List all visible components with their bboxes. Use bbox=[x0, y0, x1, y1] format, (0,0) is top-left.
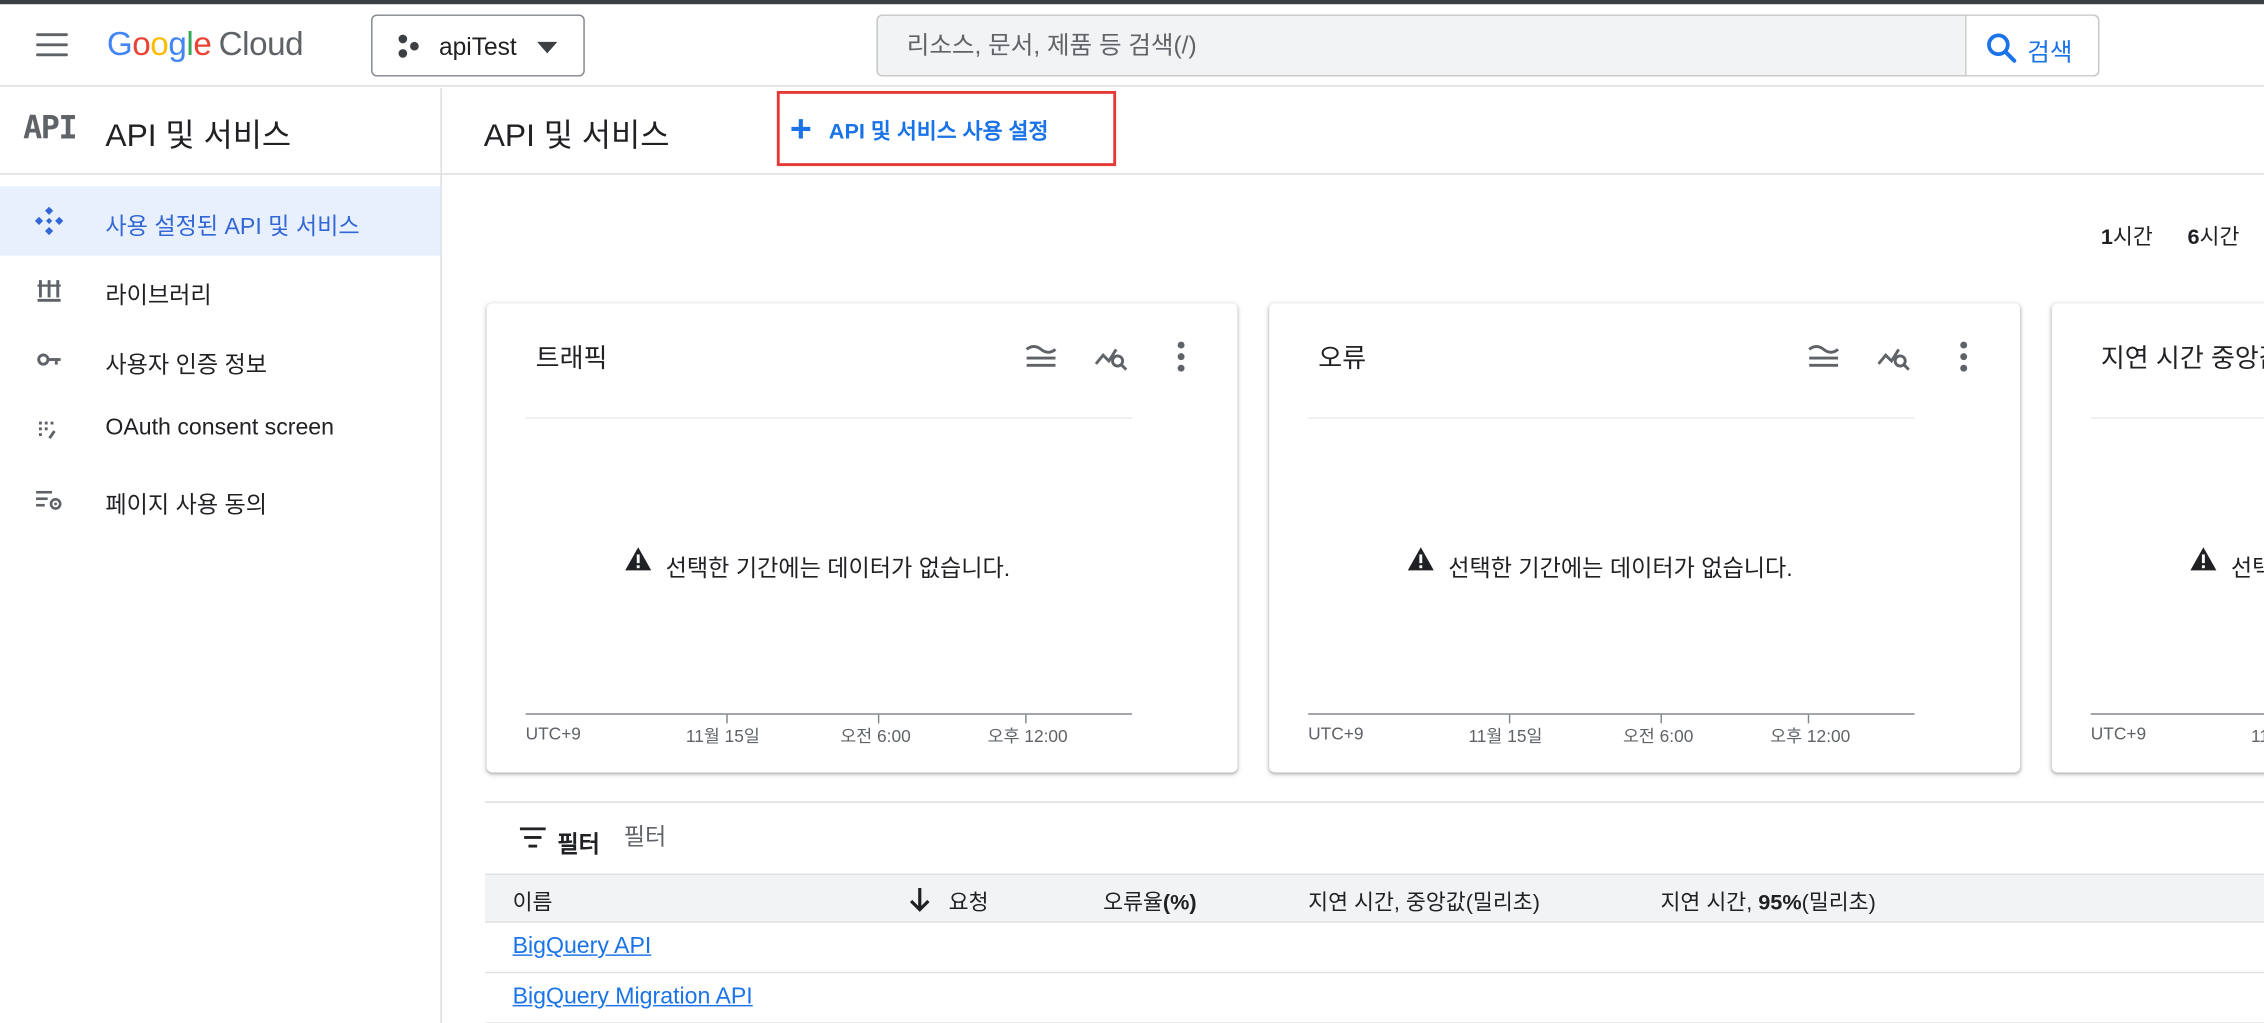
library-icon bbox=[37, 280, 61, 302]
search-icon bbox=[1987, 33, 2017, 63]
axis-tick-label: UTC+9 bbox=[1308, 723, 1364, 744]
legend-toggle-icon[interactable] bbox=[1022, 341, 1060, 373]
api-link-bigquery[interactable]: BigQuery API bbox=[513, 934, 652, 960]
filter-input[interactable] bbox=[623, 821, 1057, 857]
search-button-label: 검색 bbox=[2027, 38, 2073, 67]
sidebar-item-oauth-consent[interactable]: OAuth consent screen bbox=[0, 396, 440, 465]
api-link-bigquery-migration[interactable]: BigQuery Migration API bbox=[513, 985, 753, 1011]
card-title: 지연 시간 중앙값 bbox=[2100, 343, 2264, 373]
axis-tick-label: UTC+9 bbox=[2090, 723, 2147, 744]
google-cloud-logo[interactable]: Google Cloud bbox=[107, 25, 304, 64]
axis-tick-mark bbox=[726, 714, 728, 724]
latency-chart-card: 지연 시간 중앙값 선택한 기간에는 데이터가 없습니다. UTC+9 11월 … bbox=[2051, 303, 2264, 773]
time-range-6h[interactable]: 6시간 bbox=[2188, 221, 2240, 251]
sidebar-item-library[interactable]: 라이브러리 bbox=[0, 256, 440, 325]
warning-icon bbox=[625, 547, 652, 571]
sidebar: API API 및 서비스 사용 설정된 API 및 서비스 라이브러리 사용자… bbox=[0, 88, 442, 1023]
axis-tick-mark bbox=[1508, 714, 1511, 724]
sidebar-item-label: OAuth consent screen bbox=[105, 415, 334, 441]
project-icon bbox=[398, 34, 422, 58]
table-row: BigQuery API bbox=[485, 923, 2264, 974]
card-title: 오류 bbox=[1318, 343, 1367, 373]
errors-chart-card: 오류 선택한 기간에는 데이터가 없습니다. UTC+9 11월 15일 오전 … bbox=[1269, 303, 2021, 773]
sidebar-item-enabled-apis[interactable]: 사용 설정된 API 및 서비스 bbox=[0, 186, 441, 256]
sidebar-item-label: 사용 설정된 API 및 서비스 bbox=[105, 215, 360, 240]
filter-bar: 필터 bbox=[485, 801, 2264, 873]
diamond-dots-icon bbox=[34, 206, 64, 236]
settings-list-icon bbox=[36, 490, 62, 510]
sidebar-item-credentials[interactable]: 사용자 인증 정보 bbox=[0, 325, 440, 394]
no-data-message: 선택한 기간에는 데이터가 없습니다. bbox=[665, 557, 1011, 582]
main-content: API 및 서비스 + API 및 서비스 사용 설정 1시간 6시간 트래픽 bbox=[441, 88, 2264, 1023]
axis-tick-label: 오후 12:00 bbox=[1770, 726, 1851, 747]
axis-tick-label: 오후 12:00 bbox=[987, 726, 1068, 747]
axis-tick-label: 11월 15일 bbox=[685, 726, 760, 747]
warning-icon bbox=[1407, 547, 1434, 571]
chart-plot-area: 선택한 기간에는 데이터가 없습니다. bbox=[1308, 417, 1915, 715]
axis-tick-label: 11월 15일 bbox=[1468, 726, 1543, 747]
page-title: API 및 서비스 bbox=[483, 116, 670, 154]
column-header-requests[interactable]: 요청 bbox=[949, 887, 989, 917]
top-header: GoogleCloud apiTest 검색 bbox=[0, 4, 2264, 87]
axis-tick-label: 오전 6:00 bbox=[1622, 726, 1694, 747]
chevron-down-icon bbox=[537, 41, 558, 54]
enable-apis-button[interactable]: + API 및 서비스 사용 설정 bbox=[776, 90, 1117, 167]
filter-icon bbox=[519, 827, 546, 848]
arrow-down-icon[interactable] bbox=[909, 887, 930, 913]
sidebar-header: API API 및 서비스 bbox=[0, 88, 441, 175]
axis-tick-label: UTC+9 bbox=[525, 723, 581, 744]
api-icon: API bbox=[23, 111, 77, 148]
consent-icon bbox=[38, 421, 56, 439]
sidebar-item-label: 사용자 인증 정보 bbox=[105, 353, 268, 379]
table-row: BigQuery Migration API bbox=[485, 973, 2264, 1023]
page: GoogleCloud apiTest 검색 API API 및 서비스 bbox=[0, 0, 2264, 1023]
time-range-1h[interactable]: 1시간 bbox=[2101, 221, 2153, 251]
search-input[interactable] bbox=[877, 15, 1964, 76]
axis-tick-label: 11월 15일 bbox=[2251, 726, 2264, 747]
column-header-latency-p95[interactable]: 지연 시간, 95%(밀리초) bbox=[1660, 887, 1875, 917]
traffic-chart-card: 트래픽 선택한 기간에는 데이터가 없습니다. UTC+9 11월 15일 오전… bbox=[486, 303, 1238, 773]
axis-tick-mark bbox=[1807, 714, 1810, 724]
sidebar-item-label: 페이지 사용 동의 bbox=[105, 493, 268, 519]
legend-toggle-icon[interactable] bbox=[1805, 341, 1843, 373]
sidebar-title: API 및 서비스 bbox=[105, 116, 292, 154]
axis-tick-mark bbox=[1660, 714, 1662, 724]
explore-metrics-icon[interactable] bbox=[1093, 341, 1131, 373]
warning-icon bbox=[2190, 547, 2217, 571]
key-icon bbox=[37, 353, 61, 366]
sidebar-item-page-usage-agreements[interactable]: 페이지 사용 동의 bbox=[0, 465, 440, 534]
add-icon: + bbox=[789, 106, 812, 151]
column-header-error-rate[interactable]: 오류율(%) bbox=[1103, 887, 1196, 917]
search-button[interactable]: 검색 bbox=[1965, 15, 2098, 76]
enable-apis-button-label: API 및 서비스 사용 설정 bbox=[828, 119, 1049, 145]
axis-tick-mark bbox=[877, 714, 880, 724]
axis-tick-label: 오전 6:00 bbox=[840, 726, 911, 747]
project-selector[interactable]: apiTest bbox=[371, 14, 585, 77]
card-title: 트래픽 bbox=[535, 343, 608, 373]
no-data-message: 선택한 기간에는 데이터가 없습니다. bbox=[2230, 557, 2264, 582]
more-vert-icon[interactable] bbox=[1162, 341, 1200, 373]
explore-metrics-icon[interactable] bbox=[1876, 341, 1914, 373]
sidebar-item-label: 라이브러리 bbox=[105, 284, 212, 309]
more-vert-icon[interactable] bbox=[1945, 341, 1983, 373]
filter-label: 필터 bbox=[557, 833, 600, 858]
table-header: 이름 요청 오류율(%) 지연 시간, 중앙값(밀리초) 지연 시간, 95%(… bbox=[485, 873, 2264, 923]
search-bar: 검색 bbox=[876, 14, 2100, 77]
no-data-message: 선택한 기간에는 데이터가 없습니다. bbox=[1448, 557, 1793, 582]
project-name: apiTest bbox=[438, 33, 517, 61]
chart-plot-area: 선택한 기간에는 데이터가 없습니다. bbox=[525, 417, 1133, 715]
column-header-latency-median[interactable]: 지연 시간, 중앙값(밀리초) bbox=[1308, 887, 1540, 917]
main-menu-button[interactable] bbox=[32, 27, 75, 65]
main-header: API 및 서비스 + API 및 서비스 사용 설정 bbox=[441, 88, 2264, 175]
column-header-name[interactable]: 이름 bbox=[513, 887, 553, 917]
axis-tick-mark bbox=[1025, 714, 1027, 724]
chart-plot-area: 선택한 기간에는 데이터가 없습니다. bbox=[2090, 417, 2264, 715]
